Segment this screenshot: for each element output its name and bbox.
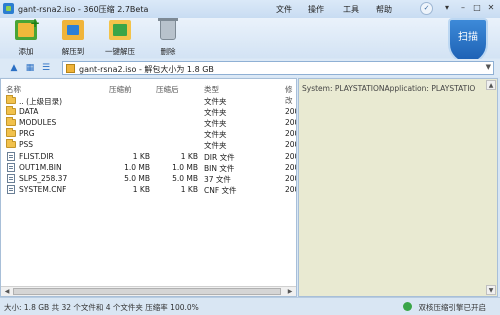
file-name: DATA <box>19 107 39 116</box>
file-compressed-size: 1 KB <box>180 185 198 194</box>
file-list-pane: 名称 压缩前 压缩后 类型 修改 .. (上级目录) 文件夹 DATA 文件夹 … <box>0 78 297 297</box>
column-size[interactable]: 压缩前 <box>109 84 132 95</box>
status-bar: 大小: 1.8 GB 共 32 个文件和 4 个文件夹 压缩率 100.0% 双… <box>0 297 500 315</box>
extract-to-label: 解压到 <box>61 47 85 56</box>
column-name[interactable]: 名称 <box>6 84 21 95</box>
file-modified: 200 <box>285 152 296 161</box>
file-modified: 200 <box>285 107 296 116</box>
file-name: PRG <box>19 129 35 138</box>
chevron-down-icon[interactable]: ▼ <box>486 63 491 71</box>
scan-shield-button[interactable]: 扫描 <box>448 18 488 64</box>
delete-button[interactable]: 删除 <box>147 18 189 56</box>
table-row[interactable]: PRG 文件夹 200 <box>1 128 296 139</box>
app-logo-icon <box>3 3 14 14</box>
file-modified: 200 <box>285 174 296 183</box>
address-path: gant-rsna2.iso - 解包大小为 1.8 GB <box>79 65 214 74</box>
address-row: ▲ ▦ ☰ gant-rsna2.iso - 解包大小为 1.8 GB ▼ <box>0 59 500 77</box>
up-arrow-icon[interactable]: ▲ <box>8 62 20 74</box>
table-row[interactable]: SYSTEM.CNF 1 KB 1 KB CNF 文件 200 <box>1 184 296 195</box>
file-modified: 200 <box>285 129 296 138</box>
folder-icon <box>6 117 16 126</box>
menu-file[interactable]: 文件 <box>276 4 292 15</box>
file-modified: 200 <box>285 140 296 149</box>
toolbar: 添加 解压到 一键解压 删除 <box>0 16 500 58</box>
file-modified: 200 <box>285 185 296 194</box>
menu-help[interactable]: 帮助 <box>376 4 392 15</box>
scroll-right-icon[interactable]: ▶ <box>285 287 295 296</box>
window-title: gant-rsna2.iso - 360压缩 2.7Beta <box>18 5 149 14</box>
dual-core-engine-icon <box>403 302 412 311</box>
file-name: OUT1M.BIN <box>19 163 62 172</box>
file-icon <box>7 174 15 183</box>
file-size: 1 KB <box>132 152 150 161</box>
skin-button[interactable]: ▾ <box>441 2 453 14</box>
extract-icon <box>62 20 84 40</box>
file-compressed-size: 5.0 MB <box>172 174 198 183</box>
table-row[interactable]: FLIST.DIR 1 KB 1 KB DIR 文件 200 <box>1 151 296 162</box>
file-size: 5.0 MB <box>124 174 150 183</box>
folder-icon <box>6 139 16 148</box>
details-view-icon[interactable]: ▦ <box>24 62 36 74</box>
delete-label: 删除 <box>160 47 176 56</box>
scan-label: 扫描 <box>458 32 478 43</box>
one-click-extract-label: 一键解压 <box>105 47 135 56</box>
column-compressed-size[interactable]: 压缩后 <box>156 84 179 95</box>
horizontal-scrollbar[interactable]: ◀ ▶ <box>1 286 296 296</box>
table-row[interactable]: OUT1M.BIN 1.0 MB 1.0 MB BIN 文件 200 <box>1 162 296 173</box>
list-view-icon[interactable]: ☰ <box>40 62 52 74</box>
column-type[interactable]: 类型 <box>204 84 219 95</box>
file-icon <box>7 185 15 194</box>
file-modified: 200 <box>285 163 296 172</box>
file-icon <box>7 163 15 172</box>
one-click-extract-icon <box>109 20 131 40</box>
file-size: 1.0 MB <box>124 163 150 172</box>
maximize-button[interactable]: □ <box>471 2 483 14</box>
file-name: SLPS_258.37 <box>19 174 68 183</box>
status-text: 大小: 1.8 GB 共 32 个文件和 4 个文件夹 压缩率 100.0% <box>4 303 199 312</box>
file-icon <box>7 152 15 161</box>
title-bar: gant-rsna2.iso - 360压缩 2.7Beta 文件 操作 工具 … <box>0 0 500 18</box>
folder-icon <box>6 95 16 104</box>
extract-to-button[interactable]: 解压到 <box>52 20 94 56</box>
table-row[interactable]: DATA 文件夹 200 <box>1 106 296 117</box>
address-bar[interactable]: gant-rsna2.iso - 解包大小为 1.8 GB ▼ <box>62 61 494 75</box>
minimize-button[interactable]: – <box>457 2 469 14</box>
archive-comment: System: PLAYSTATIONApplication: PLAYSTAT… <box>302 84 476 93</box>
file-size: 1 KB <box>132 185 150 194</box>
scroll-up-icon[interactable]: ▲ <box>486 80 496 90</box>
menu-operate[interactable]: 操作 <box>308 4 324 15</box>
info-pane: System: PLAYSTATIONApplication: PLAYSTAT… <box>298 78 498 297</box>
scroll-down-icon[interactable]: ▼ <box>486 285 496 295</box>
add-label: 添加 <box>18 47 34 56</box>
file-compressed-size: 1.0 MB <box>172 163 198 172</box>
feedback-icon[interactable]: ✓ <box>420 2 433 15</box>
folder-icon <box>6 106 16 115</box>
table-row[interactable]: PSS 文件夹 200 <box>1 139 296 150</box>
add-button[interactable]: 添加 <box>5 16 47 56</box>
scrollbar-thumb[interactable] <box>13 288 281 295</box>
archive-icon <box>66 64 75 73</box>
table-row[interactable]: .. (上级目录) 文件夹 <box>1 95 296 106</box>
file-name: MODULES <box>19 118 57 127</box>
add-icon <box>15 16 40 40</box>
file-type: 文件夹 <box>204 141 227 150</box>
menu-tools[interactable]: 工具 <box>343 4 359 15</box>
trash-icon <box>158 18 178 40</box>
file-name: PSS <box>19 140 34 149</box>
table-row[interactable]: SLPS_258.37 5.0 MB 5.0 MB 37 文件 200 <box>1 173 296 184</box>
scroll-left-icon[interactable]: ◀ <box>2 287 12 296</box>
file-compressed-size: 1 KB <box>180 152 198 161</box>
file-type: CNF 文件 <box>204 186 237 195</box>
file-name: SYSTEM.CNF <box>19 185 67 194</box>
folder-icon <box>6 128 16 137</box>
file-modified: 200 <box>285 118 296 127</box>
close-button[interactable]: ✕ <box>485 2 497 14</box>
table-row[interactable]: MODULES 文件夹 200 <box>1 117 296 128</box>
one-click-extract-button[interactable]: 一键解压 <box>99 20 141 56</box>
file-name: FLIST.DIR <box>19 152 54 161</box>
engine-status: 双核压缩引擎已开启 <box>418 303 487 312</box>
